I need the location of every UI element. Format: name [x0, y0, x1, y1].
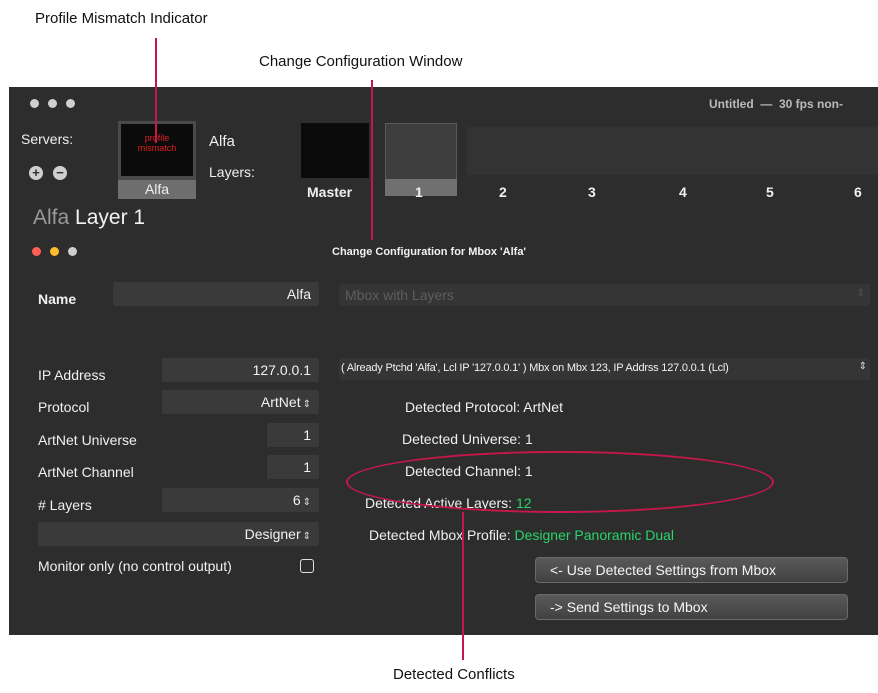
plus-icon: + [32, 165, 40, 180]
profile-mismatch-indicator: profile mismatch [121, 124, 193, 176]
dialog-minimize-button[interactable] [50, 247, 59, 256]
num-layers-stepper-icon: ⇕ [302, 497, 311, 508]
detected-protocol-label: Detected Protocol: [405, 399, 521, 415]
mbox-window: Untitled — 30 fps non- Servers: + − prof… [9, 87, 878, 635]
detected-protocol-value: ArtNet [523, 399, 563, 415]
artnet-universe-field[interactable]: 1 [267, 423, 319, 447]
send-settings-button[interactable]: -> Send Settings to Mbox [535, 594, 848, 620]
minimize-traffic-light[interactable] [48, 99, 57, 108]
layer-thumb-master[interactable] [301, 123, 369, 178]
server-thumbnail-alfa[interactable]: profile mismatch Alfa [118, 121, 196, 199]
protocol-stepper-icon: ⇕ [302, 399, 311, 410]
monitor-only-label: Monitor only (no control output) [38, 558, 232, 574]
layer-tab-3[interactable]: 3 [588, 184, 596, 200]
num-layers-select[interactable]: 6 ⇕ [162, 488, 319, 512]
callout-line-detected-conflicts [462, 512, 464, 660]
dialog-title: Change Configuration for Mbox 'Alfa' [332, 246, 527, 258]
layer-tab-4[interactable]: 4 [679, 184, 687, 200]
mismatch-text-line2: mismatch [137, 143, 177, 153]
profile-value: Designer [244, 526, 301, 542]
name-field[interactable]: Alfa [113, 282, 319, 306]
artnet-channel-field[interactable]: 1 [267, 455, 319, 479]
profile-select[interactable]: Designer ⇕ [38, 522, 319, 546]
layer-tab-6[interactable]: 6 [854, 184, 862, 200]
layers-label: Layers: [209, 164, 255, 180]
window-title: Untitled — 30 fps non- [709, 97, 843, 111]
artnet-channel-label: ArtNet Channel [38, 464, 134, 480]
layer-tab-master[interactable]: Master [307, 184, 352, 200]
mismatch-text-line1: profile [121, 133, 193, 143]
artnet-universe-label: ArtNet Universe [38, 432, 137, 448]
profile-stepper-icon: ⇕ [302, 531, 311, 542]
server-thumbnail-caption: Alfa [118, 180, 196, 199]
servers-label: Servers: [21, 131, 74, 147]
callout-detected-conflicts: Detected Conflicts [393, 666, 515, 683]
detected-protocol: Detected Protocol: ArtNet [389, 399, 629, 415]
callout-change-config: Change Configuration Window [259, 53, 463, 70]
name-label: Name [38, 291, 77, 307]
detected-profile-value: Designer Panoramic Dual [514, 527, 675, 543]
protocol-label: Protocol [38, 399, 90, 415]
num-layers-label: # Layers [38, 497, 92, 513]
detected-universe-label: Detected Universe: [402, 431, 522, 447]
callout-profile-mismatch: Profile Mismatch Indicator [35, 10, 208, 27]
layer-thumb-strip [467, 127, 878, 175]
minus-icon: − [56, 165, 64, 180]
add-server-button[interactable]: + [29, 166, 43, 180]
layer-heading: Alfa Layer 1 [33, 206, 145, 230]
ip-address-field[interactable]: 127.0.0.1 [162, 358, 319, 382]
callout-line-profile-mismatch [155, 38, 157, 143]
dialog-close-button[interactable] [32, 247, 41, 256]
protocol-value: ArtNet [260, 394, 301, 410]
ip-select-value: ( Already Ptchd 'Alfa', Lcl IP '127.0.0.… [341, 362, 729, 374]
detected-profile-label: Detected Mbox Profile: [369, 527, 511, 543]
mbox-type-stepper-icon: ⇕ [856, 288, 865, 299]
layer-tab-1[interactable]: 1 [415, 184, 423, 200]
num-layers-value: 6 [292, 492, 301, 508]
layer-tab-5[interactable]: 5 [766, 184, 774, 200]
layer-tab-2[interactable]: 2 [499, 184, 507, 200]
dialog-zoom-button[interactable] [68, 247, 77, 256]
mbox-type-select[interactable]: Mbox with Layers ⇕ [339, 284, 870, 306]
protocol-select[interactable]: ArtNet ⇕ [162, 390, 319, 414]
use-detected-settings-button[interactable]: <- Use Detected Settings from Mbox [535, 557, 848, 583]
detected-universe: Detected Universe: 1 [389, 431, 629, 447]
callout-line-change-config [371, 80, 373, 240]
detected-universe-value: 1 [524, 431, 533, 447]
ip-select-stepper-icon: ⇕ [858, 361, 867, 372]
heading-layer: Layer 1 [75, 206, 146, 229]
mbox-type-placeholder: Mbox with Layers [345, 287, 454, 303]
close-traffic-light[interactable] [30, 99, 39, 108]
detected-profile: Detected Mbox Profile: Designer Panorami… [369, 527, 789, 543]
server-name: Alfa [209, 133, 235, 150]
detected-conflicts-highlight [346, 451, 774, 513]
zoom-traffic-light[interactable] [66, 99, 75, 108]
monitor-only-checkbox[interactable] [300, 559, 314, 573]
heading-server: Alfa [33, 206, 70, 229]
ip-address-label: IP Address [38, 367, 106, 383]
remove-server-button[interactable]: − [53, 166, 67, 180]
ip-select[interactable]: ( Already Ptchd 'Alfa', Lcl IP '127.0.0.… [339, 358, 870, 380]
